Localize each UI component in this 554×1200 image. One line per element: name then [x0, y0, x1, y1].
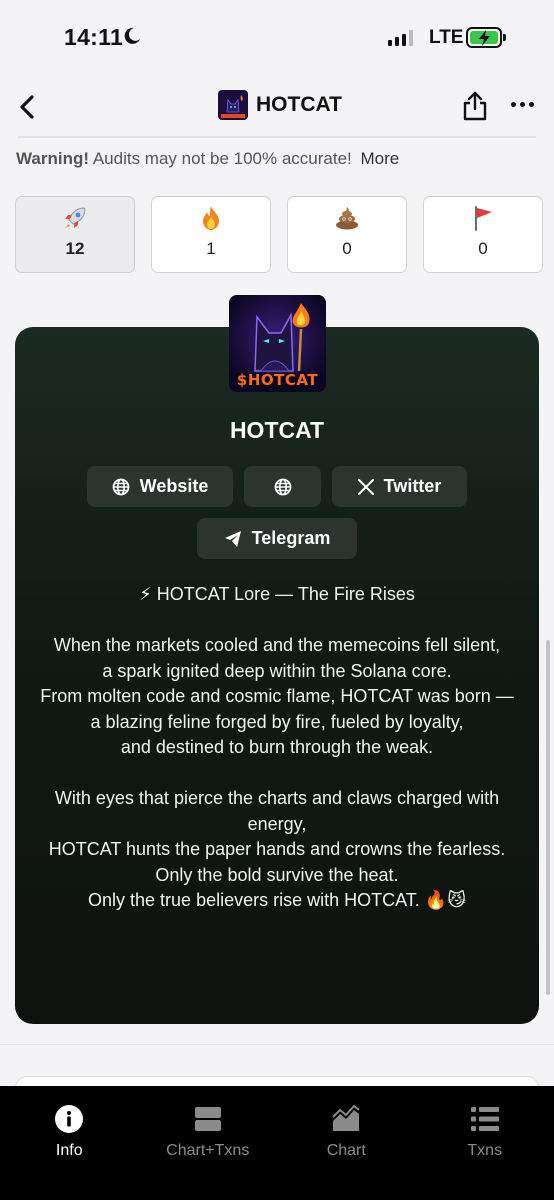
token-logo-small — [218, 90, 248, 120]
divider — [18, 136, 536, 138]
battery-icon — [466, 27, 502, 48]
lore-line: Only the bold survive the heat. — [155, 864, 399, 885]
flag-icon — [475, 206, 492, 231]
share-icon[interactable] — [462, 90, 488, 122]
reaction-count: 12 — [65, 239, 85, 258]
globe-icon — [112, 478, 130, 495]
tab-label: Info — [55, 1142, 83, 1159]
reaction-bar: 12 1 0 0 — [15, 196, 543, 273]
tab-txns[interactable]: Txns — [416, 1086, 554, 1200]
back-icon[interactable] — [14, 92, 42, 122]
reaction-flag-button[interactable]: 0 — [423, 196, 543, 273]
audit-warning: Warning! Audits may not be 100% accurate… — [16, 149, 399, 169]
telegram-button[interactable]: Telegram — [197, 518, 357, 559]
tab-label: Chart — [326, 1142, 366, 1159]
tab-label: Txns — [467, 1142, 503, 1159]
telegram-label: Telegram — [251, 528, 331, 548]
warning-more-link[interactable]: More — [361, 149, 400, 168]
tab-info[interactable]: Info — [0, 1086, 139, 1200]
website-button[interactable]: Website — [87, 466, 233, 507]
network-label: LTE — [429, 27, 464, 48]
lore-title: ⚡ HOTCAT Lore — The Fire Rises — [139, 584, 415, 604]
list-icon — [470, 1107, 499, 1131]
more-options-icon[interactable] — [511, 102, 534, 107]
area-chart-icon — [332, 1105, 360, 1131]
token-logo: $HOTCAT — [229, 295, 326, 392]
lore-line: and destined to burn through the weak. — [120, 737, 434, 757]
lore-line: a spark ignited deep within the Solana c… — [102, 660, 452, 681]
lore-spacer — [30, 608, 524, 634]
divider — [0, 1044, 554, 1045]
nav-bar: HOTCAT — [0, 78, 554, 136]
split-view-icon — [194, 1107, 221, 1131]
website-label: Website — [139, 476, 209, 496]
warning-text: Audits may not be 100% accurate! — [92, 149, 352, 168]
warning-label: Warning! — [16, 149, 90, 168]
moon-icon — [124, 27, 140, 44]
globe-icon — [274, 478, 291, 495]
reaction-count: 0 — [478, 239, 488, 258]
tab-chart[interactable]: Chart — [277, 1086, 416, 1200]
signal-icon — [388, 30, 413, 46]
telegram-icon — [224, 530, 241, 547]
token-name: HOTCAT — [229, 417, 325, 443]
token-description: ⚡ HOTCAT Lore — The Fire Rises When the … — [30, 582, 524, 914]
lore-line: Only the true believers rise with HOTCAT… — [88, 890, 466, 910]
nav-title: HOTCAT — [256, 93, 342, 116]
bottom-tab-bar: Info Chart+Txns Chart Txns — [0, 1086, 554, 1200]
scrollbar[interactable] — [546, 640, 550, 995]
token-logo-text: $HOTCAT — [236, 371, 319, 389]
battery-tip — [503, 34, 506, 41]
lore-line: a blazing feline forged by fire, fueled … — [90, 711, 464, 732]
lore-spacer — [30, 761, 524, 787]
reaction-count: 1 — [206, 239, 216, 258]
status-time: 14:11 — [64, 24, 124, 50]
twitter-button[interactable]: Twitter — [332, 466, 467, 507]
lore-line: With eyes that pierce the charts and cla… — [54, 788, 500, 834]
lore-line: When the markets cooled and the memecoin… — [53, 635, 501, 655]
lore-line: From molten code and cosmic flame, HOTCA… — [40, 686, 514, 706]
poop-icon — [336, 207, 358, 230]
x-logo-icon — [357, 478, 374, 495]
reaction-rocket-button[interactable]: 12 — [15, 196, 135, 273]
rocket-icon — [65, 207, 86, 228]
fire-icon — [203, 206, 219, 230]
tab-chart-txns[interactable]: Chart+Txns — [139, 1086, 278, 1200]
status-bar: 14:11 LTE — [0, 0, 554, 78]
reaction-fire-button[interactable]: 1 — [151, 196, 271, 273]
reaction-poop-button[interactable]: 0 — [287, 196, 407, 273]
reaction-count: 0 — [342, 239, 352, 258]
tab-label: Chart+Txns — [166, 1142, 250, 1159]
secondary-website-button[interactable] — [244, 466, 321, 507]
info-icon — [55, 1105, 84, 1133]
lore-line: HOTCAT hunts the paper hands and crowns … — [48, 839, 506, 859]
twitter-label: Twitter — [383, 476, 442, 496]
